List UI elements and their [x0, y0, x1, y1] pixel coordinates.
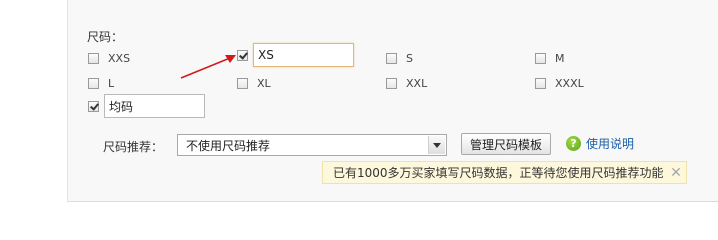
- size-option-m[interactable]: M: [535, 49, 565, 67]
- size-recommend-select[interactable]: 不使用尺码推荐: [177, 134, 447, 156]
- size-label: L: [108, 76, 115, 90]
- annotation-arrow-icon: [180, 55, 236, 79]
- size-label: XXS: [108, 51, 131, 65]
- size-label: XXXL: [555, 76, 584, 90]
- select-value: 不使用尺码推荐: [186, 138, 271, 153]
- size-option-xxs[interactable]: XXS: [88, 49, 130, 67]
- size-label: S: [406, 51, 413, 65]
- recommend-tip: 已有1000多万买家填写尺码数据，正等待您使用尺码推荐功能 ✕: [322, 161, 687, 184]
- close-icon[interactable]: ✕: [666, 165, 686, 181]
- help[interactable]: ? 使用说明: [566, 135, 634, 152]
- help-link[interactable]: 使用说明: [586, 135, 634, 152]
- question-icon: ?: [566, 136, 581, 151]
- size-input-xs[interactable]: XS: [253, 43, 354, 67]
- manage-size-template-button[interactable]: 管理尺码模板: [461, 133, 551, 155]
- size-option-s[interactable]: S: [386, 49, 413, 67]
- size-checkbox-l[interactable]: [88, 77, 99, 89]
- size-checkbox-m[interactable]: [535, 52, 546, 64]
- size-label: XXL: [406, 76, 428, 90]
- size-checkbox-xs[interactable]: [237, 49, 248, 61]
- size-option-xxl[interactable]: XXL: [386, 74, 427, 92]
- size-option-xl[interactable]: XL: [237, 74, 271, 92]
- size-checkbox-free[interactable]: [88, 100, 99, 112]
- size-checkbox-s[interactable]: [386, 52, 397, 64]
- size-title: 尺码：: [87, 30, 124, 44]
- size-checkbox-xxl[interactable]: [386, 77, 397, 89]
- tip-text: 已有1000多万买家填写尺码数据，正等待您使用尺码推荐功能: [333, 166, 664, 180]
- size-checkbox-xl[interactable]: [237, 77, 248, 89]
- chevron-down-icon[interactable]: [428, 136, 445, 154]
- size-option-free[interactable]: 均码: [88, 94, 205, 118]
- size-option-xs[interactable]: XS: [237, 43, 354, 67]
- size-label: XL: [257, 76, 271, 90]
- size-option-xxxl[interactable]: XXXL: [535, 74, 584, 92]
- size-label: M: [555, 51, 565, 65]
- size-recommend-label: 尺码推荐：: [103, 140, 164, 154]
- size-input-free[interactable]: 均码: [104, 94, 205, 118]
- size-checkbox-xxxl[interactable]: [535, 77, 546, 89]
- size-option-l[interactable]: L: [88, 74, 114, 92]
- size-checkbox-xxs[interactable]: [88, 52, 99, 64]
